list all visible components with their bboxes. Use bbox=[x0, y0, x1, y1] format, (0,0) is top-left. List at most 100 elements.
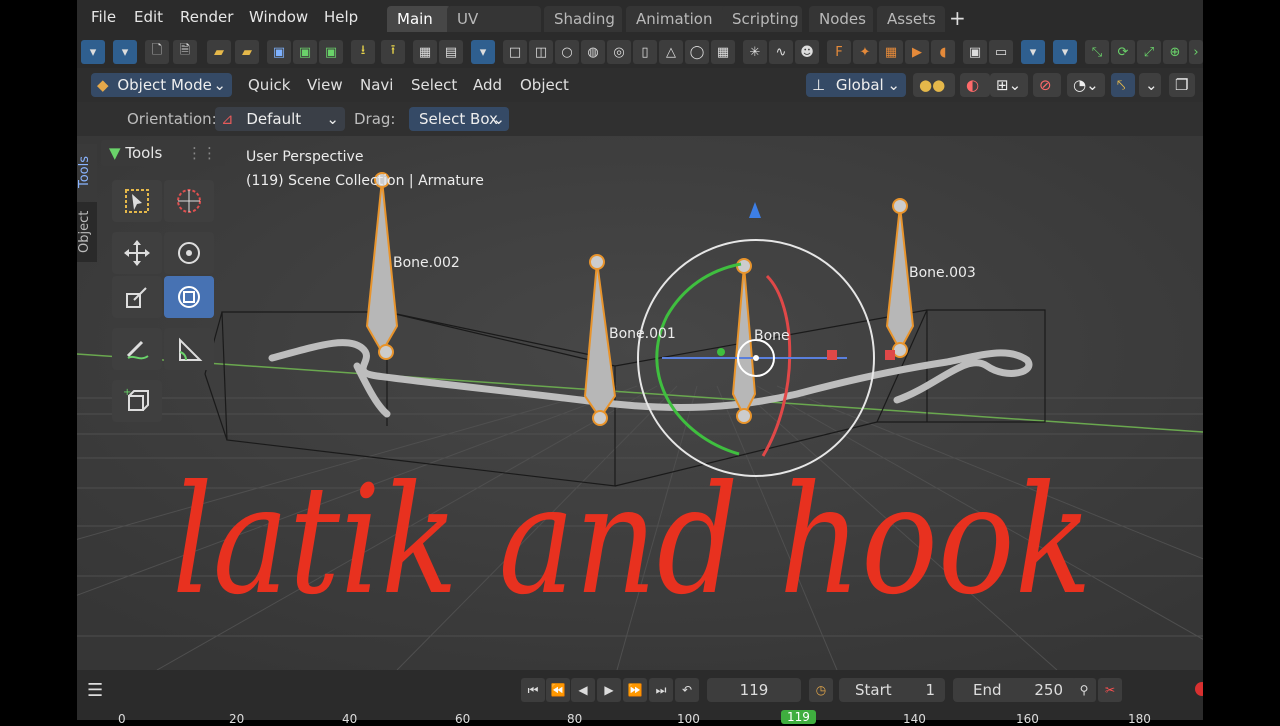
add-cylinder-icon[interactable]: ▯ bbox=[633, 40, 657, 64]
chevron-down-icon[interactable]: ▾ bbox=[113, 40, 137, 64]
scale-icon[interactable] bbox=[112, 276, 162, 318]
tab-tools[interactable]: Tools bbox=[77, 144, 97, 200]
add-torus-icon[interactable]: ◯ bbox=[685, 40, 709, 64]
add-cube-icon[interactable]: ◫ bbox=[529, 40, 553, 64]
loop-icon[interactable]: ↶ bbox=[675, 678, 699, 702]
play-reverse-icon[interactable]: ◀ bbox=[571, 678, 595, 702]
add-plane-icon[interactable]: □ bbox=[503, 40, 527, 64]
add-ico-sphere-icon[interactable]: ◎ bbox=[607, 40, 631, 64]
add-cone-icon[interactable]: △ bbox=[659, 40, 683, 64]
chevron-down-icon[interactable]: ▾ bbox=[1053, 40, 1077, 64]
rotate-icon[interactable] bbox=[164, 232, 214, 274]
new-file-icon[interactable]: 🗋 bbox=[145, 40, 169, 64]
import-icon[interactable]: ⭳ bbox=[351, 40, 375, 64]
add-uv-sphere-icon[interactable]: ◍ bbox=[581, 40, 605, 64]
cursor-icon[interactable] bbox=[164, 180, 214, 222]
add-speaker-icon[interactable]: ◖ bbox=[931, 40, 955, 64]
menu-select[interactable]: Select bbox=[411, 76, 457, 94]
prev-keyframe-icon[interactable]: ⏪ bbox=[546, 678, 570, 702]
menu-add[interactable]: Add bbox=[473, 76, 502, 94]
move-icon[interactable] bbox=[112, 232, 162, 274]
chevron-down-icon[interactable]: ▾ bbox=[81, 40, 105, 64]
folder-icon[interactable]: ▰ bbox=[207, 40, 231, 64]
add-lattice-icon[interactable]: ▦ bbox=[879, 40, 903, 64]
current-frame-marker[interactable]: 119 bbox=[781, 710, 816, 724]
save-icon[interactable]: ▣ bbox=[267, 40, 291, 64]
tab-nodes[interactable]: Nodes bbox=[809, 6, 873, 32]
keying-icon[interactable]: ⚲ bbox=[1072, 678, 1096, 702]
tab-object[interactable]: Object bbox=[77, 202, 97, 262]
folder-recent-icon[interactable]: ▰ bbox=[235, 40, 259, 64]
tab-main[interactable]: Main bbox=[387, 6, 451, 32]
add-empty-icon[interactable]: ✳ bbox=[743, 40, 767, 64]
export-icon[interactable]: ⭱ bbox=[381, 40, 405, 64]
menu-view[interactable]: View bbox=[307, 76, 343, 94]
chevron-down-icon[interactable]: ▾ bbox=[471, 40, 495, 64]
measure-icon[interactable] bbox=[164, 328, 214, 370]
add-circle-icon[interactable]: ○ bbox=[555, 40, 579, 64]
add-text-icon[interactable]: F bbox=[827, 40, 851, 64]
menu-help[interactable]: Help bbox=[324, 8, 358, 26]
record-icon[interactable] bbox=[1195, 682, 1203, 696]
mode-dropdown[interactable]: ◆ Object Mode ⌄ bbox=[91, 73, 232, 97]
menu-file[interactable]: File bbox=[91, 8, 116, 26]
hamburger-icon[interactable]: ☰ bbox=[87, 680, 103, 701]
tab-uv-editing[interactable]: UV Editing bbox=[447, 6, 541, 54]
add-cube-icon[interactable]: + bbox=[112, 380, 162, 422]
visibility-icon[interactable]: ◔⌄ bbox=[1067, 73, 1105, 97]
tab-animation[interactable]: Animation bbox=[626, 6, 732, 32]
image-editor-icon[interactable]: ▣ bbox=[963, 40, 987, 64]
menu-object[interactable]: Object bbox=[520, 76, 569, 94]
save-copy-icon[interactable]: ▣ bbox=[319, 40, 343, 64]
tab-assets[interactable]: Assets bbox=[877, 6, 945, 32]
play-icon[interactable]: ▶ bbox=[597, 678, 621, 702]
tab-shading[interactable]: Shading bbox=[544, 6, 622, 32]
add-grid-icon[interactable]: ▦ bbox=[711, 40, 735, 64]
tab-scripting[interactable]: Scripting bbox=[722, 6, 802, 32]
key-delete-icon[interactable]: ✂ bbox=[1098, 678, 1122, 702]
gizmo-icon[interactable]: ⤣ bbox=[1111, 73, 1135, 97]
pivot-point-icon[interactable]: ●● ⌄ bbox=[913, 73, 955, 118]
menu-navi[interactable]: Navi bbox=[360, 76, 393, 94]
annotate-icon[interactable] bbox=[112, 328, 162, 370]
tools-header[interactable]: ▼ Tools ⋮⋮ bbox=[101, 140, 225, 166]
render-animation-icon[interactable]: ▤ bbox=[439, 40, 463, 64]
add-curve-icon[interactable]: ∿ bbox=[769, 40, 793, 64]
menu-window[interactable]: Window bbox=[249, 8, 308, 26]
more-icon[interactable]: › bbox=[1189, 40, 1203, 64]
scale-icon[interactable]: ⤢ bbox=[1137, 40, 1161, 64]
proportional-edit-icon[interactable]: ⊘ bbox=[1033, 73, 1061, 97]
current-frame-field[interactable]: 119 bbox=[707, 678, 801, 702]
transform-icon[interactable] bbox=[164, 276, 214, 318]
drag-handle-icon[interactable]: ⋮⋮ bbox=[187, 140, 217, 166]
overlay-icon[interactable]: ❐ bbox=[1169, 73, 1195, 97]
snap-target-icon[interactable]: ⊞⌄ bbox=[990, 73, 1028, 97]
start-frame-field[interactable]: Start 1 bbox=[839, 678, 945, 702]
orientation-dropdown[interactable]: ⊿ Default ⌄ bbox=[215, 107, 345, 131]
transform-orientation-dropdown[interactable]: ⊥ Global ⌄ bbox=[806, 73, 906, 97]
drag-dropdown[interactable]: Select Box ⌄ bbox=[409, 107, 509, 131]
end-frame-field[interactable]: End 250 bbox=[953, 678, 1077, 702]
menu-edit[interactable]: Edit bbox=[134, 8, 163, 26]
chevron-down-icon[interactable]: ▾ bbox=[1021, 40, 1045, 64]
menu-render[interactable]: Render bbox=[180, 8, 233, 26]
add-armature-icon[interactable]: ✦ bbox=[853, 40, 877, 64]
jump-end-icon[interactable]: ⏭ bbox=[649, 678, 673, 702]
next-keyframe-icon[interactable]: ⏩ bbox=[623, 678, 647, 702]
3d-viewport[interactable]: Tools Object ▼ Tools ⋮⋮ + User Perspecti… bbox=[77, 136, 1203, 670]
jump-start-icon[interactable]: ⏮ bbox=[521, 678, 545, 702]
file-icon[interactable]: 🗎 bbox=[173, 40, 197, 64]
chevron-down-icon[interactable]: ⌄ bbox=[1139, 73, 1161, 97]
menu-quick[interactable]: Quick bbox=[248, 76, 290, 94]
snap-magnet-icon[interactable]: ◐ bbox=[960, 73, 990, 97]
rotate-icon[interactable]: ⟳ bbox=[1111, 40, 1135, 64]
snap-icon[interactable]: ⊕ bbox=[1163, 40, 1187, 64]
transform-icon[interactable]: ⤡ bbox=[1085, 40, 1109, 64]
render-image-icon[interactable]: ▦ bbox=[413, 40, 437, 64]
add-camera-icon[interactable]: ▶ bbox=[905, 40, 929, 64]
clock-icon[interactable]: ◷ bbox=[809, 678, 833, 702]
add-monkey-icon[interactable]: ☻ bbox=[795, 40, 819, 64]
select-box-icon[interactable] bbox=[112, 180, 162, 222]
display-icon[interactable]: ▭ bbox=[989, 40, 1013, 64]
save-as-icon[interactable]: ▣ bbox=[293, 40, 317, 64]
